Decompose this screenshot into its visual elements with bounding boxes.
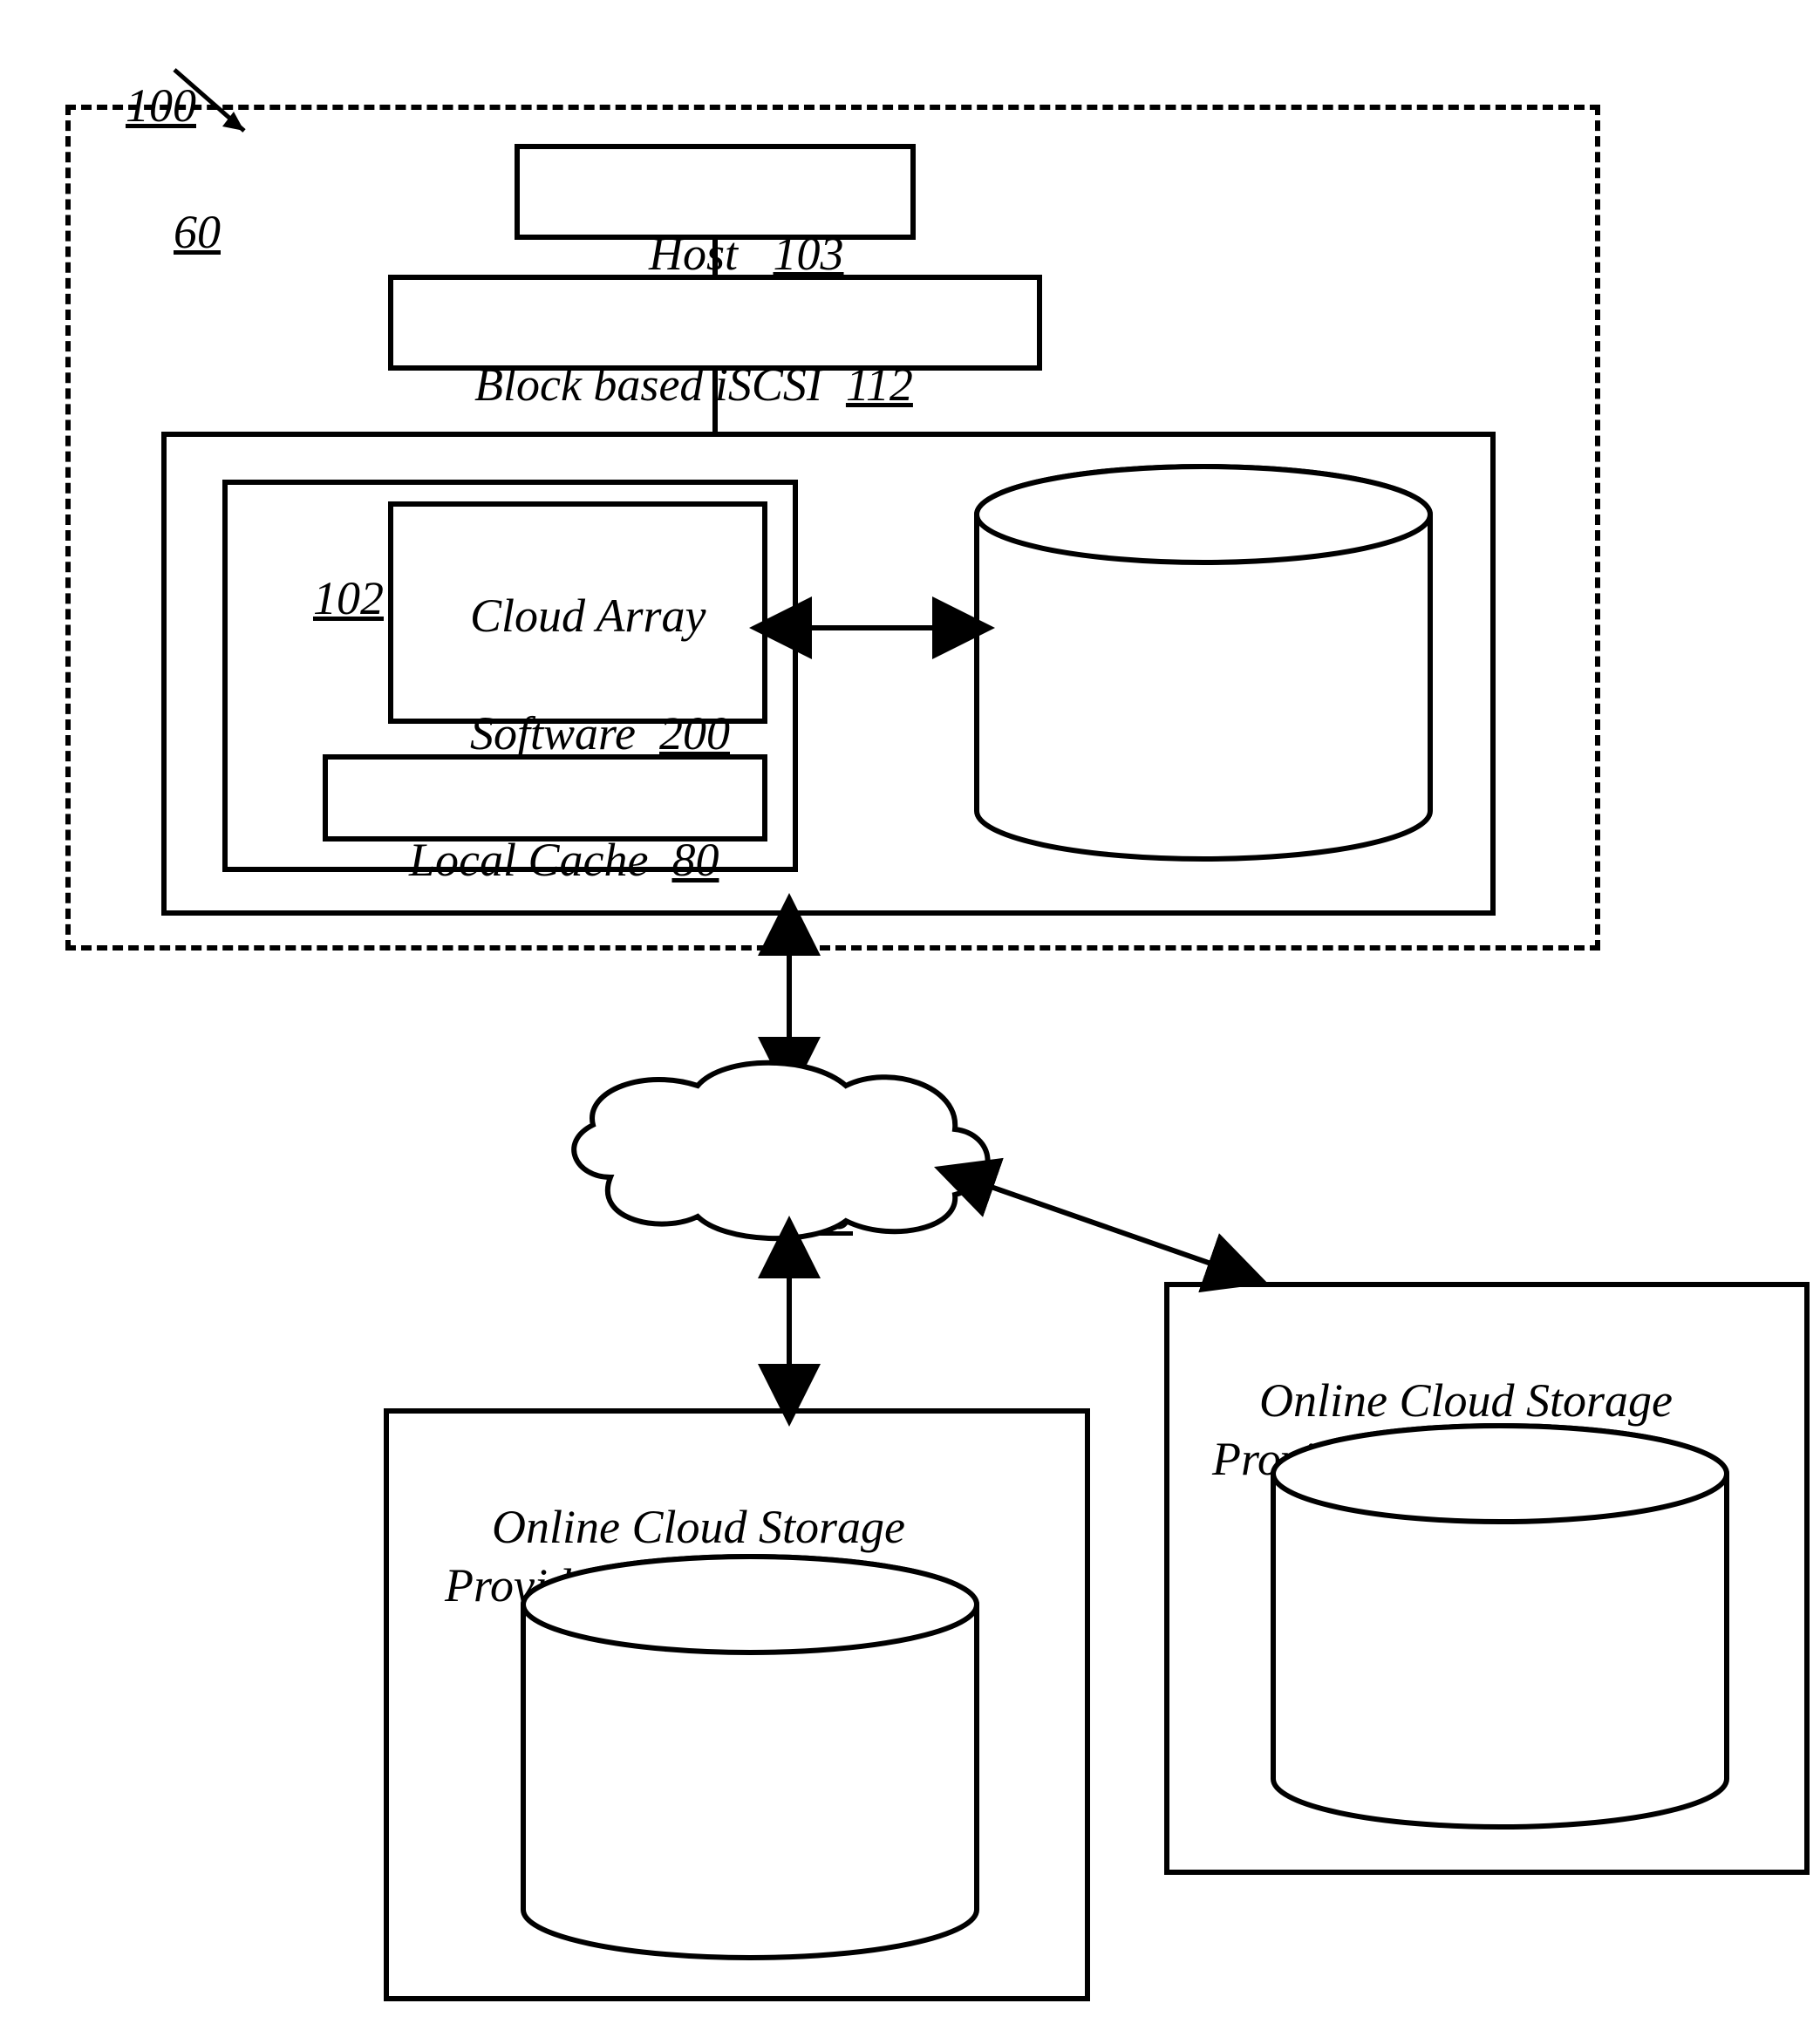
storage-device-label: StorageDevice (1055, 593, 1360, 828)
local-site-ref: 60 (126, 144, 221, 321)
diagram-stage: 100 60 Host 103 Block based iSCSI 112 10… (0, 0, 1820, 2017)
sec-a-label: SecondaryStorageDevice (602, 1687, 898, 1982)
node-ref: 102 (266, 510, 384, 687)
cloud-ref: 90 (759, 1125, 853, 1302)
local-cache-label: Local Cache 80 (362, 772, 719, 949)
sec-b-label: SecondaryStorageDevice (1352, 1561, 1648, 1856)
